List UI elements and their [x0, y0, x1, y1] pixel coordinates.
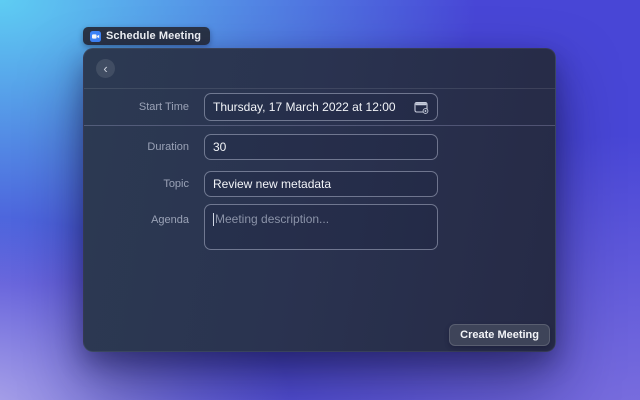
duration-field[interactable] — [204, 134, 438, 160]
create-meeting-button[interactable]: Create Meeting — [449, 324, 550, 346]
calendar-icon[interactable] — [414, 101, 429, 114]
back-button[interactable]: ‹ — [96, 59, 115, 78]
duration-input[interactable] — [213, 140, 429, 154]
agenda-label: Agenda — [84, 204, 189, 226]
topic-input[interactable] — [213, 177, 429, 191]
start-time-row: Start Time — [84, 93, 555, 121]
start-time-label: Start Time — [84, 101, 189, 113]
video-camera-icon — [90, 31, 101, 42]
topic-field[interactable] — [204, 171, 438, 197]
duration-row: Duration — [84, 134, 555, 160]
agenda-textarea[interactable] — [205, 205, 437, 249]
chevron-left-icon: ‹ — [103, 61, 107, 76]
window-titlebar: ‹ — [84, 49, 555, 89]
agenda-field[interactable] — [204, 204, 438, 250]
start-time-input[interactable] — [213, 100, 408, 114]
topic-label: Topic — [84, 178, 189, 190]
desktop-background: Schedule Meeting ‹ Start Time — [0, 0, 640, 400]
agenda-row: Agenda — [84, 204, 555, 250]
text-caret — [213, 213, 214, 226]
schedule-meeting-tooltip: Schedule Meeting — [83, 27, 210, 45]
start-time-field[interactable] — [204, 93, 438, 121]
duration-label: Duration — [84, 141, 189, 153]
section-divider — [84, 125, 555, 126]
topic-row: Topic — [84, 171, 555, 197]
tooltip-label: Schedule Meeting — [106, 30, 201, 42]
schedule-meeting-window: ‹ Start Time Duration — [83, 48, 556, 352]
